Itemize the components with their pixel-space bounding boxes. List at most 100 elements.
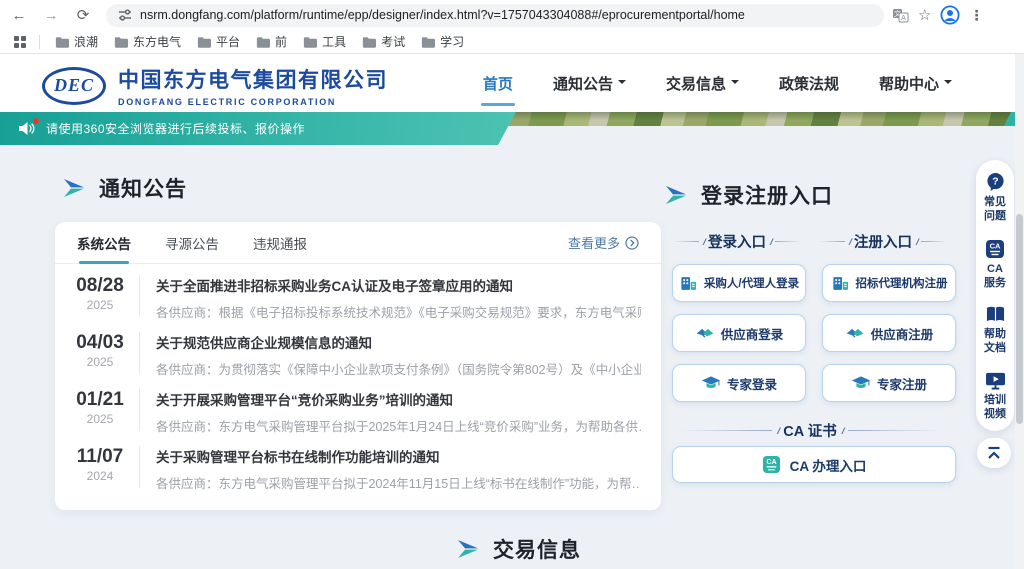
folder-icon xyxy=(55,36,69,48)
back-to-top-button[interactable] xyxy=(977,438,1011,468)
notices-card: 系统公告 寻源公告 违规通报 查看更多 08/28 2025 关于全面推进非招标… xyxy=(55,222,661,510)
bookmark-folder-qian[interactable]: 前 xyxy=(248,31,295,52)
svg-text:CA: CA xyxy=(766,458,776,466)
divider xyxy=(139,446,140,488)
graduation-cap-icon xyxy=(851,375,871,391)
address-bar[interactable]: nsrm.dongfang.com/platform/runtime/epp/d… xyxy=(106,4,884,27)
nav-trade-info[interactable]: 交易信息 xyxy=(664,67,741,100)
login-group-header: // 登录入口 // xyxy=(664,231,810,252)
translate-icon[interactable]: 文A xyxy=(892,8,909,23)
divider xyxy=(673,241,699,242)
divider xyxy=(848,430,940,431)
notice-title[interactable]: 关于规范供应商企业规模信息的通知 xyxy=(156,332,641,352)
notice-desc: 各供应商：为贯彻落实《保障中小企业款项支付条例》（国务院令第802号）及《中小企… xyxy=(156,359,641,378)
forward-icon[interactable]: → xyxy=(38,4,64,26)
graduation-cap-icon xyxy=(701,375,721,391)
notice-item[interactable]: 11/07 2024 关于采购管理平台标书在线制作功能培训的通知 各供应商：东方… xyxy=(55,435,661,492)
notices-tabbar: 系统公告 寻源公告 违规通报 查看更多 xyxy=(55,222,661,264)
chrome-menu-icon[interactable]: ⋮ xyxy=(969,7,983,24)
notice-date: 01/21 2025 xyxy=(69,389,131,426)
apps-grid-icon[interactable] xyxy=(14,36,26,48)
notice-item[interactable]: 04/03 2025 关于规范供应商企业规模信息的通知 各供应商：为贯彻落实《保… xyxy=(55,321,661,378)
reload-icon[interactable]: ⟳ xyxy=(70,4,96,26)
bookmark-label: 工具 xyxy=(322,33,346,50)
tab-violation-reports[interactable]: 违规通报 xyxy=(253,222,307,264)
notification-dot xyxy=(33,118,39,124)
view-more-link[interactable]: 查看更多 xyxy=(568,233,639,252)
notice-date: 08/28 2025 xyxy=(69,275,131,312)
ca-apply-button[interactable]: CA CA 办理入口 xyxy=(672,446,956,483)
bookmark-folder-kaoshi[interactable]: 考试 xyxy=(354,31,413,52)
company-name-en: DONGFANG ELECTRIC CORPORATION xyxy=(118,97,388,107)
bookmark-star-icon[interactable]: ☆ xyxy=(918,6,931,24)
building-icon xyxy=(831,275,850,292)
nav-policies[interactable]: 政策法规 xyxy=(777,67,841,100)
notice-title[interactable]: 关于开展采购管理平台“竞价采购业务”培训的通知 xyxy=(156,389,641,409)
browser-toolbar: ← → ⟳ nsrm.dongfang.com/platform/runtime… xyxy=(0,0,1024,30)
notice-item[interactable]: 01/21 2025 关于开展采购管理平台“竞价采购业务”培训的通知 各供应商：… xyxy=(55,378,661,435)
company-logo[interactable]: DEC 中国东方电气集团有限公司 DONGFANG ELECTRIC CORPO… xyxy=(42,64,388,107)
rail-faq[interactable]: ? 常见问题 xyxy=(982,172,1008,224)
notice-title[interactable]: 关于全面推进非招标采购业务CA认证及电子签章应用的通知 xyxy=(156,275,641,295)
circle-arrow-icon xyxy=(625,236,639,250)
purchaser-agent-login-button[interactable]: 采购人/代理人登录 xyxy=(672,264,806,302)
chevron-down-icon xyxy=(731,80,739,88)
folder-icon xyxy=(114,36,128,48)
bookmark-label: 浪潮 xyxy=(74,33,98,50)
divider xyxy=(39,35,40,49)
folder-icon xyxy=(256,36,270,48)
divider: // xyxy=(916,237,917,247)
rail-ca-service[interactable]: CA CA服务 xyxy=(982,239,1008,291)
profile-avatar[interactable] xyxy=(940,5,960,25)
ca-badge-icon: CA xyxy=(985,239,1005,259)
back-icon[interactable]: ← xyxy=(6,4,32,26)
expert-register-button[interactable]: 专家注册 xyxy=(822,364,956,402)
notices-section-header: 通知公告 xyxy=(62,173,187,203)
notice-desc: 各供应商：东方电气采购管理平台拟于2025年1月24日上线“竞价采购”业务，为帮… xyxy=(156,416,641,435)
tab-sourcing-notices[interactable]: 寻源公告 xyxy=(165,222,219,264)
bookmark-folder-langchao[interactable]: 浪潮 xyxy=(47,31,106,52)
divider: // xyxy=(703,237,704,247)
folder-icon xyxy=(303,36,317,48)
folder-icon xyxy=(197,36,211,48)
section-title: 交易信息 xyxy=(493,534,581,564)
nav-home[interactable]: 首页 xyxy=(481,67,515,100)
entry-group-headers: // 登录入口 // // 注册入口 // xyxy=(664,231,956,252)
nav-help-center[interactable]: 帮助中心 xyxy=(877,67,954,100)
notice-title[interactable]: 关于采购管理平台标书在线制作功能培训的通知 xyxy=(156,446,641,466)
tab-system-notices[interactable]: 系统公告 xyxy=(77,222,131,264)
notice-desc: 各供应商：根据《电子招标投标系统技术规范》《电子采购交易规范》要求，东方电气采购… xyxy=(156,302,641,321)
trade-info-section-header: 交易信息 xyxy=(456,534,581,564)
arrow-to-top-icon xyxy=(986,446,1002,460)
handshake-icon xyxy=(845,326,865,341)
rail-help-docs[interactable]: 帮助文档 xyxy=(982,305,1008,356)
supplier-register-button[interactable]: 供应商注册 xyxy=(822,314,956,352)
url-text: nsrm.dongfang.com/platform/runtime/epp/d… xyxy=(140,8,745,22)
speaker-icon xyxy=(18,121,36,137)
entry-buttons: 采购人/代理人登录 招标代理机构注册 供应商登录 供应商注册 专家登录 专家注册 xyxy=(672,264,956,402)
nav-notices[interactable]: 通知公告 xyxy=(551,67,628,100)
screen: ← → ⟳ nsrm.dongfang.com/platform/runtime… xyxy=(0,0,1024,569)
divider: // xyxy=(777,426,778,436)
bookmark-folder-pingtai[interactable]: 平台 xyxy=(189,31,248,52)
divider: // xyxy=(770,237,771,247)
supplier-login-button[interactable]: 供应商登录 xyxy=(672,314,806,352)
agency-register-button[interactable]: 招标代理机构注册 xyxy=(822,264,956,302)
bookmark-folder-gongju[interactable]: 工具 xyxy=(295,31,354,52)
notice-item[interactable]: 08/28 2025 关于全面推进非招标采购业务CA认证及电子签章应用的通知 各… xyxy=(55,264,661,321)
building-icon xyxy=(679,275,698,292)
bookmark-folder-xuexi[interactable]: 学习 xyxy=(413,31,472,52)
section-arrow-icon xyxy=(456,539,480,559)
chevron-down-icon xyxy=(944,80,952,88)
divider xyxy=(775,241,801,242)
rail-training-videos[interactable]: 培训视频 xyxy=(982,371,1008,422)
scrollbar-thumb[interactable] xyxy=(1016,214,1023,424)
bookmark-folder-dongfang[interactable]: 东方电气 xyxy=(106,31,189,52)
ca-badge-icon: CA xyxy=(762,455,781,474)
company-name-cn: 中国东方电气集团有限公司 xyxy=(118,64,388,94)
bookmark-label: 前 xyxy=(275,33,287,50)
bookmarks-bar: 浪潮 东方电气 平台 前 工具 考试 学习 xyxy=(0,30,1024,54)
expert-login-button[interactable]: 专家登录 xyxy=(672,364,806,402)
site-settings-icon[interactable] xyxy=(118,8,132,22)
svg-text:A: A xyxy=(901,15,906,22)
